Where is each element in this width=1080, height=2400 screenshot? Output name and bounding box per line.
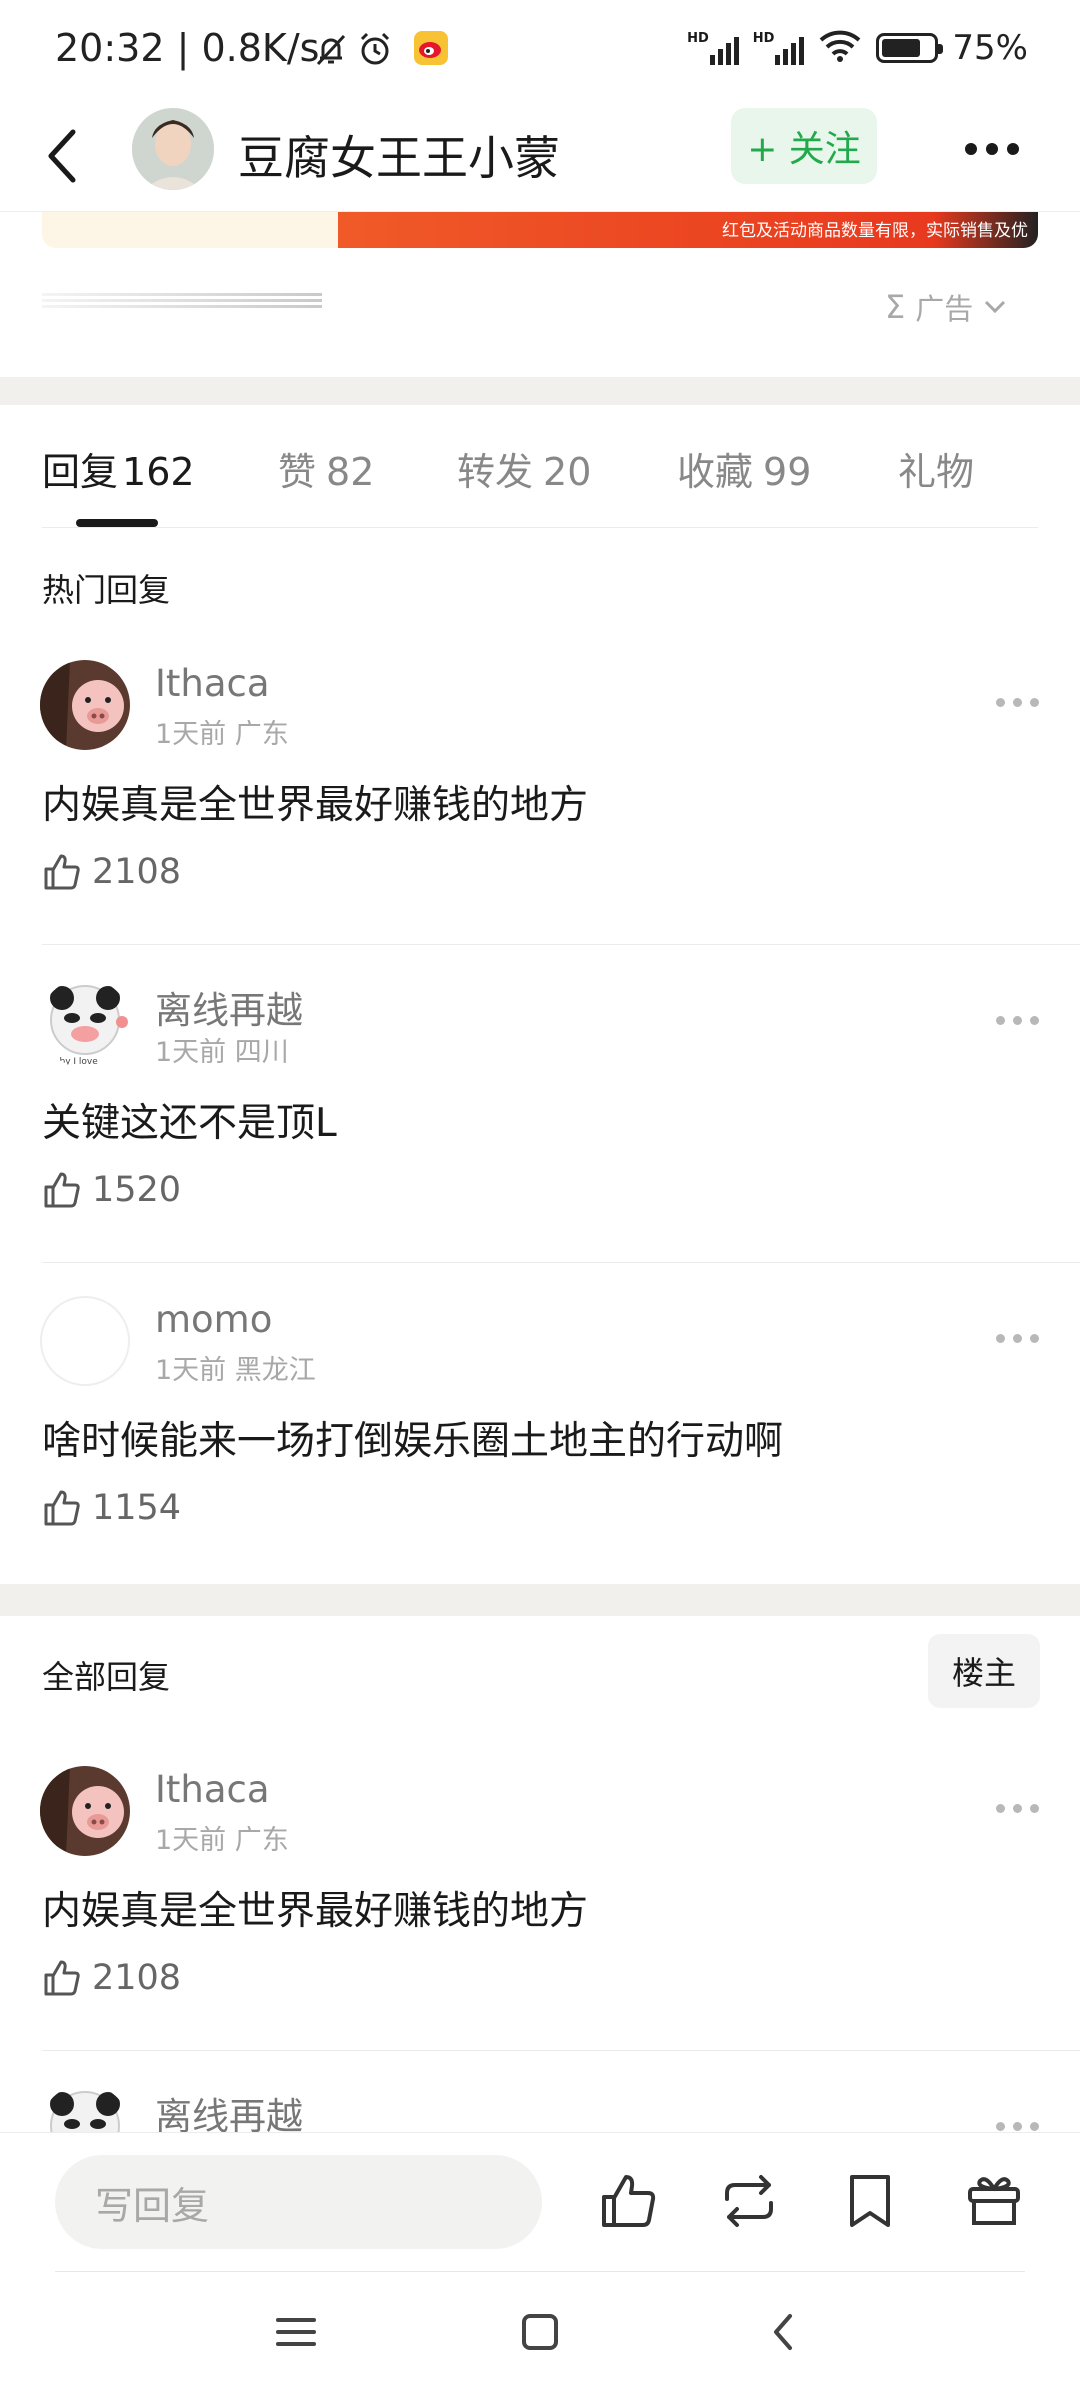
tabs-divider — [42, 527, 1038, 528]
commenter-name[interactable]: momo — [155, 1298, 272, 1341]
home-icon[interactable] — [510, 2302, 570, 2362]
thumbs-up-icon — [44, 1490, 80, 1526]
chevron-left-icon — [48, 129, 76, 183]
like-count: 2108 — [92, 1958, 182, 1998]
ad-banner[interactable]: 红包及活动商品数量有限，实际销售及优 — [42, 212, 1038, 248]
comment-divider — [42, 1262, 1080, 1263]
comment-item[interactable]: momo 1天前 黑龙江 啥时候能来一场打倒娱乐圈土地主的行动啊 1154 — [0, 1296, 1080, 1614]
comment-like-button[interactable]: 2108 — [42, 852, 181, 892]
comment-meta: 1天前 四川 — [155, 1037, 289, 1068]
status-bar: 20:32 | 0.8K/s HD HD 75% — [0, 0, 1080, 100]
alarm-icon — [356, 30, 394, 72]
menu-icon[interactable] — [266, 2302, 326, 2362]
owner-filter-button[interactable]: 楼主 — [928, 1634, 1040, 1708]
comment-item[interactable]: Ithaca 1天前 广东 内娱真是全世界最好赚钱的地方 2108 — [0, 1766, 1080, 2084]
comment-divider — [42, 2050, 1080, 2051]
repost-icon[interactable] — [719, 2171, 779, 2231]
comment-item[interactable]: aby I love 离线再越 1天前 四川 关键这还不是顶L 1520 — [0, 978, 1080, 1296]
comment-item[interactable]: Ithaca 1天前 广东 内娱真是全世界最好赚钱的地方 2108 — [0, 660, 1080, 978]
thumbs-up-icon — [44, 854, 80, 890]
battery-icon — [876, 33, 944, 63]
tab-replies[interactable]: 回复 162 — [42, 441, 195, 496]
battery-percent: 75% — [952, 28, 1028, 68]
mute-bell-icon — [313, 32, 349, 72]
comment-like-button[interactable]: 1520 — [42, 1170, 181, 1210]
comment-text: 内娱真是全世界最好赚钱的地方 — [42, 783, 589, 828]
commenter-name[interactable]: Ithaca — [155, 662, 270, 705]
like-count: 1154 — [92, 1488, 182, 1528]
comment-meta: 1天前 广东 — [155, 719, 289, 750]
wifi-icon — [818, 29, 862, 67]
hot-replies-title: 热门回复 — [42, 571, 171, 609]
comment-more-button[interactable] — [996, 698, 1039, 707]
comment-text: 啥时候能来一场打倒娱乐圈土地主的行动啊 — [42, 1419, 784, 1464]
author-avatar[interactable] — [132, 108, 214, 190]
like-count: 1520 — [92, 1170, 182, 1210]
follow-button[interactable]: + 关注 — [731, 108, 877, 184]
gift-icon[interactable] — [964, 2171, 1024, 2231]
bookmark-icon[interactable] — [840, 2171, 900, 2231]
hd-label: HD — [687, 31, 709, 46]
like-icon[interactable] — [598, 2171, 658, 2231]
ad-label-text: 广告 — [915, 292, 974, 326]
all-replies-title: 全部回复 — [42, 1658, 171, 1696]
more-options-button[interactable] — [952, 126, 1032, 172]
ad-banner-text: 红包及活动商品数量有限，实际销售及优 — [338, 212, 1038, 248]
chevron-down-icon — [985, 300, 1006, 314]
back-button[interactable] — [32, 118, 92, 194]
commenter-avatar[interactable] — [40, 1766, 130, 1856]
hd-label: HD — [752, 31, 775, 46]
tab-reposts[interactable]: 转发 20 — [457, 441, 591, 496]
author-name[interactable]: 豆腐女王王小蒙 — [238, 122, 560, 188]
ad-label[interactable]: Σ 广告 — [885, 286, 1007, 328]
tab-gifts[interactable]: 礼物 — [898, 441, 974, 496]
comment-like-button[interactable]: 1154 — [42, 1488, 181, 1528]
comment-more-button[interactable] — [996, 2122, 1039, 2131]
sigma-icon: Σ — [885, 288, 906, 326]
ad-blurred-text — [42, 290, 322, 314]
signal-strength-icon-2: HD — [753, 31, 805, 65]
comment-more-button[interactable] — [996, 1804, 1039, 1813]
section-divider — [0, 1584, 1080, 1616]
svg-text:aby I love: aby I love — [54, 1057, 98, 1067]
status-time: 20:32 | 0.8K/s — [55, 26, 320, 70]
bottom-action-bar: 写回复 — [0, 2132, 1080, 2272]
tab-likes[interactable]: 赞 82 — [278, 441, 374, 496]
comment-meta: 1天前 黑龙江 — [155, 1355, 316, 1386]
commenter-name[interactable]: 离线再越 — [155, 980, 303, 1034]
active-tab-indicator — [76, 519, 158, 527]
commenter-avatar[interactable]: aby I love — [40, 978, 130, 1068]
signal-strength-icon-1: HD — [687, 31, 739, 65]
weibo-app-icon — [413, 30, 449, 70]
system-nav-bar — [0, 2272, 1080, 2400]
comment-like-button[interactable]: 2108 — [42, 1958, 181, 1998]
comment-text: 内娱真是全世界最好赚钱的地方 — [42, 1889, 589, 1934]
thumbs-up-icon — [44, 1172, 80, 1208]
section-divider — [0, 377, 1080, 405]
tab-favorites[interactable]: 收藏 99 — [677, 441, 811, 496]
commenter-avatar[interactable] — [40, 660, 130, 750]
comment-more-button[interactable] — [996, 1016, 1039, 1025]
post-header: 豆腐女王王小蒙 + 关注 — [0, 100, 1080, 212]
reply-input[interactable]: 写回复 — [55, 2155, 542, 2249]
thumbs-up-icon — [44, 1960, 80, 1996]
comment-text: 关键这还不是顶L — [42, 1101, 337, 1146]
like-count: 2108 — [92, 852, 182, 892]
commenter-avatar[interactable] — [40, 1296, 130, 1386]
interaction-tabs: 回复 162 赞 82 转发 20 收藏 99 礼物 — [0, 405, 1080, 527]
commenter-name[interactable]: Ithaca — [155, 1768, 270, 1811]
comment-more-button[interactable] — [996, 1334, 1039, 1343]
comment-divider — [42, 944, 1080, 945]
back-nav-icon[interactable] — [754, 2302, 814, 2362]
comment-meta: 1天前 广东 — [155, 1825, 289, 1856]
